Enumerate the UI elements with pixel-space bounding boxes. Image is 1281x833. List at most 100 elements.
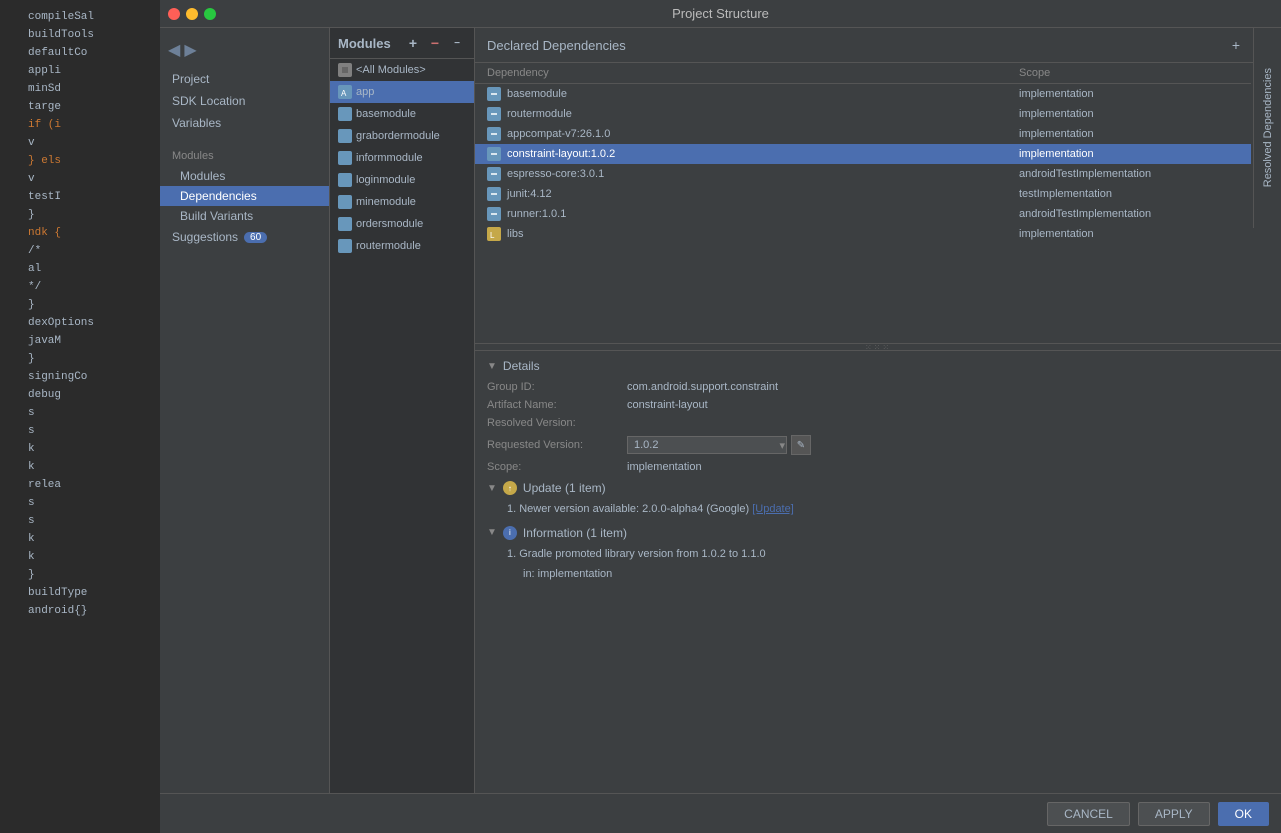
details-section-toggle[interactable]: ▼ Details: [487, 359, 1251, 373]
detail-group-id: Group ID: com.android.support.constraint: [487, 381, 1251, 393]
nav-item-sdk-location[interactable]: SDK Location: [160, 90, 329, 112]
dep-jar-icon: [487, 167, 501, 181]
modules-panel-header: Modules + − −: [330, 28, 474, 59]
deps-table-header: Dependency Scope: [475, 63, 1251, 84]
nav-section-modules: Modules: [160, 146, 329, 166]
nav-sub-item-dependencies[interactable]: Dependencies: [160, 186, 329, 206]
module-item-grabordermodule[interactable]: grabordermodule: [330, 125, 474, 147]
dep-row-basemodule[interactable]: basemodule implementation: [475, 84, 1251, 104]
dep-row-espresso-core[interactable]: espresso-core:3.0.1 androidTestImplement…: [475, 164, 1251, 184]
col-scope: Scope: [1019, 67, 1239, 79]
dep-jar-icon: [487, 87, 501, 101]
details-panel: ▼ Details Group ID: com.android.support.…: [475, 351, 1281, 595]
module-item-app[interactable]: A app: [330, 81, 474, 103]
dependencies-table: Dependency Scope basemodule implementati…: [475, 63, 1281, 343]
forward-arrow-icon[interactable]: ▶: [184, 40, 196, 60]
resolved-tab-label: Resolved Dependencies: [1262, 68, 1274, 187]
title-bar: Project Structure: [160, 0, 1281, 28]
update-link[interactable]: [Update]: [752, 503, 794, 515]
module-ordersmodule-label: ordersmodule: [356, 218, 423, 230]
dialog-footer: CANCEL APPLY OK: [160, 793, 1281, 833]
dep-scope-espresso-core: androidTestImplementation: [1019, 168, 1239, 180]
maximize-button[interactable]: [204, 8, 216, 20]
dep-scope-routermodule: implementation: [1019, 108, 1239, 120]
dep-jar-icon: [487, 107, 501, 121]
update-chevron-icon: ▼: [487, 483, 497, 494]
suggestions-badge: 60: [244, 232, 267, 243]
update-section-title: Update (1 item): [523, 481, 606, 495]
dep-row-constraint-layout[interactable]: constraint-layout:1.0.2 implementation: [475, 144, 1251, 164]
module-loginmodule-icon: [338, 173, 352, 187]
add-dep-button[interactable]: +: [1227, 36, 1245, 54]
information-section-toggle[interactable]: ▼ i Information (1 item): [487, 526, 1251, 540]
dep-row-routermodule[interactable]: routermodule implementation: [475, 104, 1251, 124]
update-section-toggle[interactable]: ▼ ↑ Update (1 item): [487, 481, 1251, 495]
code-editor-background: compileSal buildTools defaultCo appli mi…: [0, 0, 170, 833]
detail-scope: Scope: implementation: [487, 461, 1251, 473]
information-section: ▼ i Information (1 item) 1. Gradle promo…: [487, 526, 1251, 583]
nav-sub-item-modules[interactable]: Modules: [160, 166, 329, 186]
cancel-button[interactable]: CANCEL: [1047, 802, 1130, 826]
resolved-dependencies-tab[interactable]: Resolved Dependencies: [1253, 28, 1281, 228]
module-item-basemodule[interactable]: basemodule: [330, 103, 474, 125]
apply-button[interactable]: APPLY: [1138, 802, 1210, 826]
dep-name-libs: libs: [507, 228, 1019, 240]
info-chevron-icon: ▼: [487, 527, 497, 538]
minimize-button[interactable]: [186, 8, 198, 20]
dep-name-basemodule: basemodule: [507, 88, 1019, 100]
module-item-loginmodule[interactable]: loginmodule: [330, 169, 474, 191]
artifact-name-label: Artifact Name:: [487, 399, 627, 411]
dep-lib-icon: L: [487, 227, 501, 241]
back-arrow-icon[interactable]: ◀: [168, 40, 180, 60]
nav-item-project[interactable]: Project: [160, 68, 329, 90]
module-ordersmodule-icon: [338, 217, 352, 231]
module-minemodule-icon: [338, 195, 352, 209]
detail-resolved-version: Resolved Version:: [487, 417, 1251, 429]
dep-scope-constraint-layout: implementation: [1019, 148, 1239, 160]
details-section-title: Details: [503, 359, 540, 373]
project-structure-dialog: Project Structure ◀ ▶ Project SDK Locati…: [160, 0, 1281, 833]
information-section-title: Information (1 item): [523, 526, 627, 540]
dep-jar-icon: [487, 207, 501, 221]
module-item-informmodule[interactable]: informmodule: [330, 147, 474, 169]
suggestions-row[interactable]: Suggestions 60: [160, 226, 329, 248]
requested-version-row: Requested Version: 1.0.2 1.1.0 2.0.0-alp…: [487, 435, 1251, 455]
modules-panel-actions: + − −: [404, 34, 466, 52]
module-item-routermodule[interactable]: routermodule: [330, 235, 474, 257]
nav-item-variables[interactable]: Variables: [160, 112, 329, 134]
dep-scope-junit: testImplementation: [1019, 188, 1239, 200]
dep-row-junit[interactable]: junit:4.12 testImplementation: [475, 184, 1251, 204]
dep-jar-icon: [487, 147, 501, 161]
dependencies-panel: Declared Dependencies + − Resolved Depen…: [475, 28, 1281, 793]
update-item: 1. Newer version available: 2.0.0-alpha4…: [487, 501, 1251, 518]
module-app-label: app: [356, 86, 374, 98]
traffic-lights: [168, 8, 216, 20]
all-modules-item[interactable]: <All Modules>: [330, 59, 474, 81]
panel-splitter[interactable]: ⁙⁙⁙: [475, 343, 1281, 351]
dep-scope-runner: androidTestImplementation: [1019, 208, 1239, 220]
nav-arrows: ◀ ▶: [160, 36, 329, 68]
module-basemodule-label: basemodule: [356, 108, 416, 120]
dep-row-libs[interactable]: L libs implementation: [475, 224, 1251, 244]
collapse-modules-button[interactable]: −: [448, 34, 466, 52]
nav-sub-item-build-variants[interactable]: Build Variants: [160, 206, 329, 226]
close-button[interactable]: [168, 8, 180, 20]
group-id-value: com.android.support.constraint: [627, 381, 778, 393]
module-item-minemodule[interactable]: minemodule: [330, 191, 474, 213]
artifact-name-value: constraint-layout: [627, 399, 708, 411]
module-item-ordersmodule[interactable]: ordersmodule: [330, 213, 474, 235]
dep-scope-appcompat: implementation: [1019, 128, 1239, 140]
dep-name-runner: runner:1.0.1: [507, 208, 1019, 220]
dep-jar-icon: [487, 127, 501, 141]
modules-panel: Modules + − − <All Modules> A app: [330, 28, 475, 793]
add-module-button[interactable]: +: [404, 34, 422, 52]
dep-jar-icon: [487, 187, 501, 201]
version-edit-button[interactable]: ✎: [791, 435, 811, 455]
dep-row-appcompat[interactable]: appcompat-v7:26.1.0 implementation: [475, 124, 1251, 144]
ok-button[interactable]: OK: [1218, 802, 1269, 826]
remove-module-button[interactable]: −: [426, 34, 444, 52]
dep-row-runner[interactable]: runner:1.0.1 androidTestImplementation: [475, 204, 1251, 224]
details-chevron-icon: ▼: [487, 361, 497, 372]
version-select[interactable]: 1.0.2 1.1.0 2.0.0-alpha4: [627, 436, 787, 454]
deps-panel-title: Declared Dependencies: [487, 38, 626, 53]
